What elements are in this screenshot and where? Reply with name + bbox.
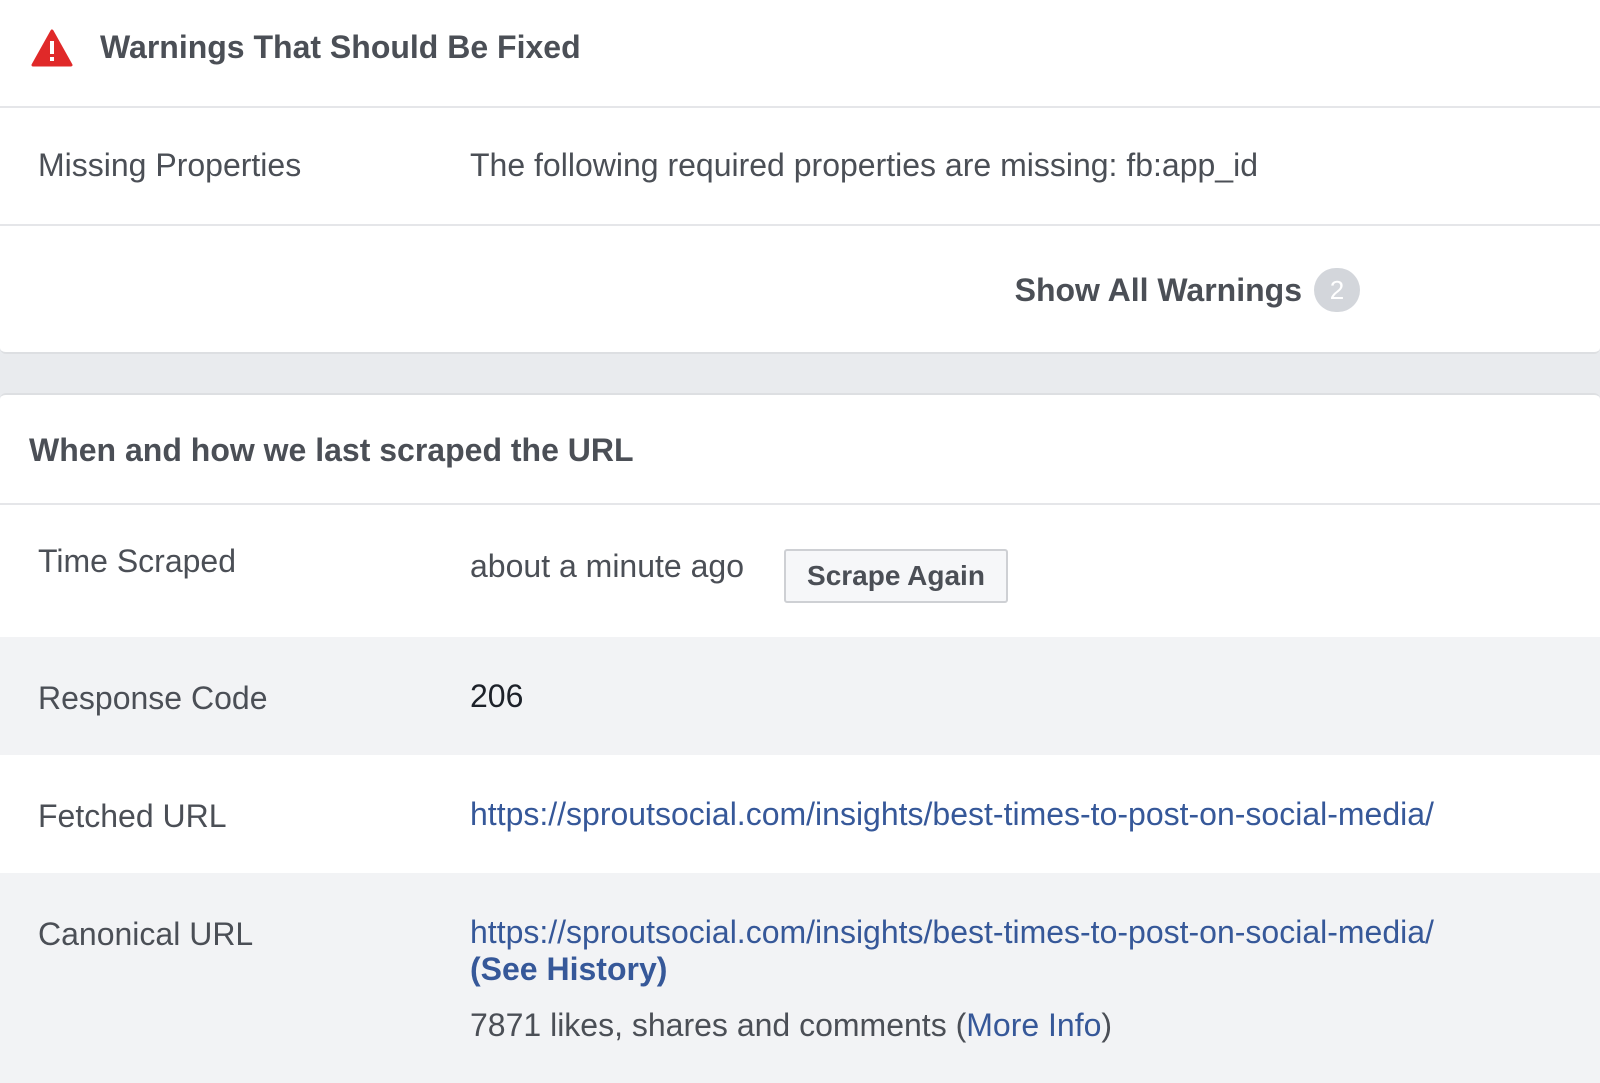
response-code-value: 206 <box>470 678 524 714</box>
see-history-link[interactable]: (See History) <box>470 951 667 988</box>
warnings-header: Warnings That Should Be Fixed <box>0 0 1600 108</box>
engagement-count: 7871 likes, shares and comments (More In… <box>470 1007 1112 1044</box>
engagement-text: 7871 likes, shares and comments ( <box>470 1007 967 1043</box>
missing-properties-value: The following required properties are mi… <box>470 147 1258 183</box>
time-scraped-label: Time Scraped <box>38 543 236 579</box>
engagement-close: ) <box>1101 1007 1113 1043</box>
scrape-title: When and how we last scraped the URL <box>29 432 634 468</box>
scrape-header: When and how we last scraped the URL <box>0 395 1600 505</box>
missing-properties-row: Missing Properties The following require… <box>0 106 1600 226</box>
response-code-row: Response Code 206 <box>0 637 1600 755</box>
warnings-title: Warnings That Should Be Fixed <box>100 29 581 65</box>
warnings-panel: Warnings That Should Be Fixed Missing Pr… <box>0 0 1600 354</box>
fetched-url-link[interactable]: https://sproutsocial.com/insights/best-t… <box>470 796 1434 833</box>
canonical-url-row: Canonical URL https://sproutsocial.com/i… <box>0 873 1600 1083</box>
fetched-url-label: Fetched URL <box>38 798 227 834</box>
show-all-warnings-button[interactable]: Show All Warnings 2 <box>1015 268 1360 312</box>
scrape-panel: When and how we last scraped the URL Tim… <box>0 393 1600 1083</box>
canonical-url-label: Canonical URL <box>38 916 254 952</box>
warning-triangle-icon <box>31 29 73 67</box>
more-info-link[interactable]: More Info <box>966 1007 1101 1043</box>
show-all-warnings-label: Show All Warnings <box>1014 271 1302 308</box>
scrape-again-button[interactable]: Scrape Again <box>784 549 1008 603</box>
canonical-url-link[interactable]: https://sproutsocial.com/insights/best-t… <box>470 914 1434 951</box>
response-code-label: Response Code <box>38 680 268 716</box>
warnings-count-badge: 2 <box>1314 268 1360 312</box>
fetched-url-row: Fetched URL https://sproutsocial.com/ins… <box>0 755 1600 873</box>
missing-properties-label: Missing Properties <box>38 147 302 183</box>
time-scraped-value: about a minute ago <box>470 548 744 584</box>
